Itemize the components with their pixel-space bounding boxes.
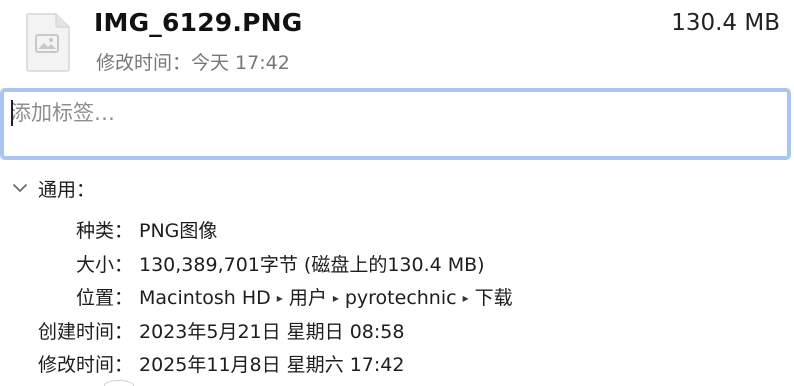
text-caret [11, 100, 13, 126]
chevron-down-icon [13, 184, 27, 192]
created-value: 2023年5月21日 星期日 08:58 [139, 320, 405, 343]
modified-value: 2025年11月8日 星期六 17:42 [139, 354, 405, 376]
location-path: Macintosh HD ▸ 用户 ▸ pyrotechnic ▸ 下载 [139, 283, 513, 310]
kind-label: 种类： [75, 220, 133, 242]
image-document-icon [26, 13, 70, 72]
file-info-window: IMG_6129.PNG 130.4 MB 修改时间：今天 17:42 通用： … [0, 0, 794, 386]
kind-value: PNG图像 [139, 220, 218, 242]
tag-field[interactable] [0, 88, 793, 160]
tag-input[interactable] [4, 93, 793, 133]
path-item-downloads[interactable]: 下载 [475, 287, 513, 309]
file-name: IMG_6129.PNG [94, 8, 303, 37]
size-value: 130,389,701字节 (磁盘上的130.4 MB) [139, 253, 485, 276]
triangle-right-icon: ▸ [332, 291, 339, 305]
general-section-toggle[interactable]: 通用： [10, 175, 95, 201]
modified-label: 修改时间： [37, 354, 133, 376]
triangle-right-icon: ▸ [462, 291, 469, 305]
modified-summary: 修改时间：今天 17:42 [96, 52, 290, 74]
size-label: 大小： [75, 253, 133, 276]
partial-control-edge [104, 380, 134, 386]
created-label: 创建时间： [37, 320, 133, 343]
location-label: 位置： [75, 287, 133, 309]
path-item-users[interactable]: 用户 [289, 287, 327, 309]
file-size: 130.4 MB [671, 10, 780, 36]
path-item-disk[interactable]: Macintosh HD [139, 287, 271, 309]
path-item-home[interactable]: pyrotechnic [345, 287, 457, 309]
section-title: 通用： [38, 178, 96, 201]
triangle-right-icon: ▸ [276, 291, 283, 305]
